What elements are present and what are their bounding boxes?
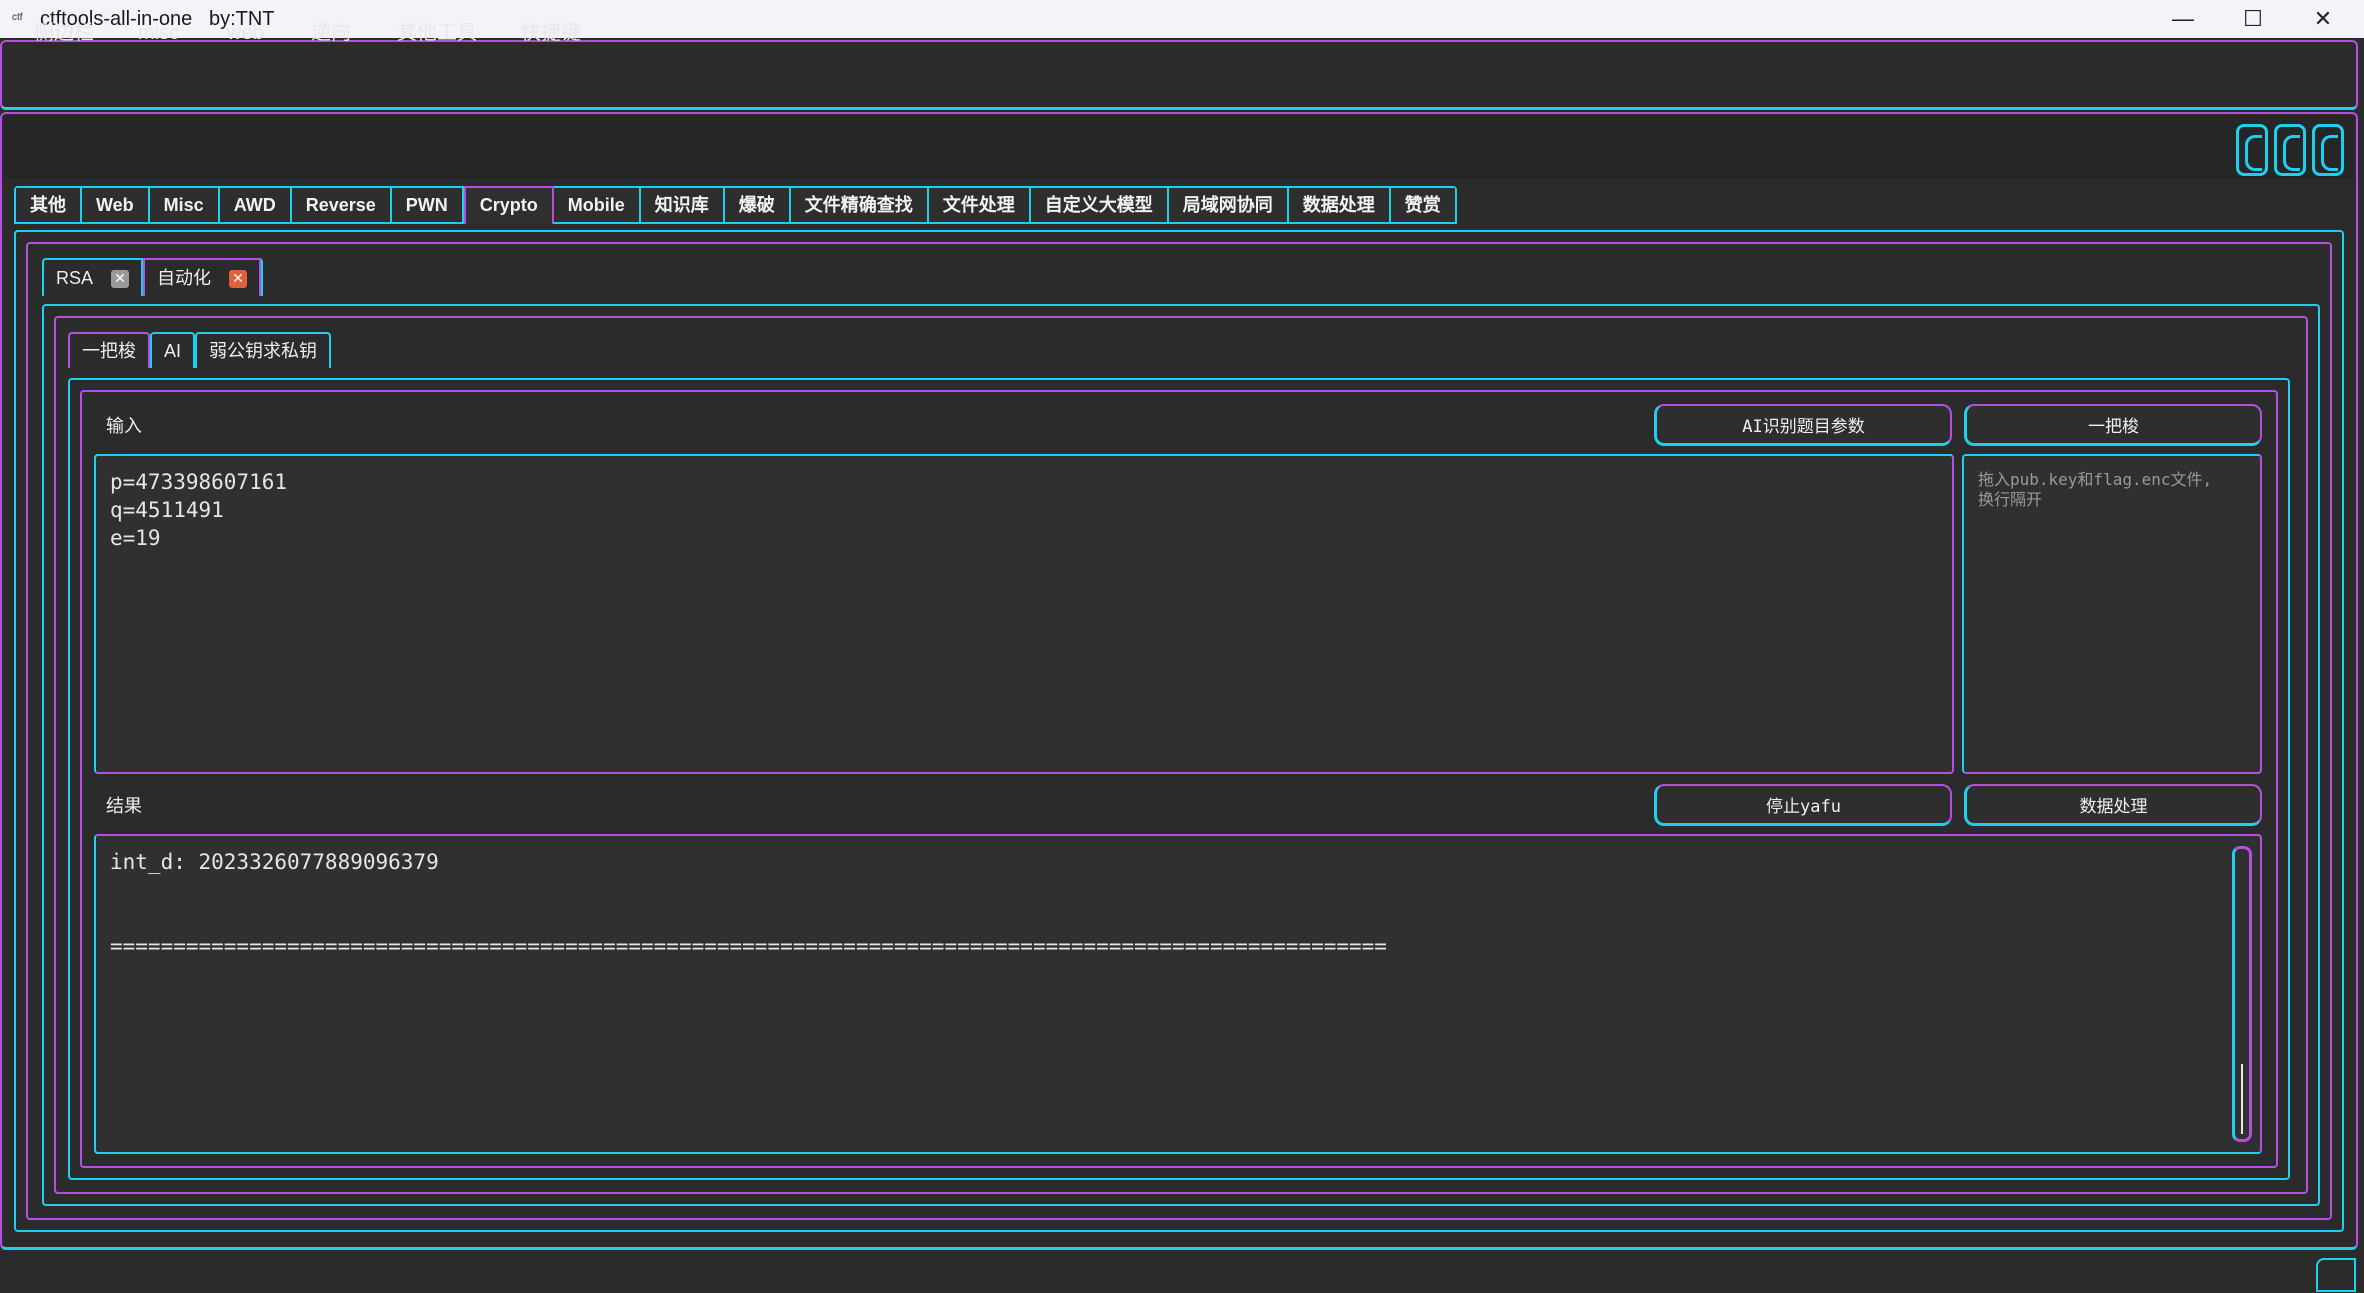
status-corner-button[interactable] xyxy=(2316,1258,2356,1292)
menu-item-reverse[interactable]: 逆向 xyxy=(311,20,351,46)
tool-tab-weak-key[interactable]: 弱公钥求私钥 xyxy=(195,332,332,368)
sub-tab-automation[interactable]: 自动化 ✕ xyxy=(143,258,262,296)
toolbar-strip xyxy=(4,116,2354,178)
tab-mobile[interactable]: Mobile xyxy=(553,188,641,222)
input-textarea[interactable]: p=473398607161 q=4511491 e=19 xyxy=(94,454,1954,774)
app-icon: ctf xyxy=(12,12,23,23)
tab-awd[interactable]: AWD xyxy=(219,188,292,222)
result-label: 结果 xyxy=(106,796,142,816)
tab-bruteforce[interactable]: 爆破 xyxy=(724,188,791,222)
sub-tab-bar: RSA ✕ 自动化 ✕ xyxy=(42,258,264,296)
one-click-run-button[interactable]: 一把梭 xyxy=(1964,404,2262,446)
tab-custom-llm[interactable]: 自定义大模型 xyxy=(1030,188,1169,222)
menu-item-other-tools[interactable]: 其他工具 xyxy=(397,20,477,46)
tab-reverse[interactable]: Reverse xyxy=(291,188,392,222)
sub-tab-automation-label: 自动化 xyxy=(157,268,212,288)
tool-tab-one-click[interactable]: 一把梭 xyxy=(68,332,150,368)
maximize-icon[interactable]: ☐ xyxy=(2218,0,2288,38)
menu-bar xyxy=(0,40,2358,110)
menu-item-sidebar[interactable]: 侧边栏 xyxy=(34,20,94,46)
input-label: 输入 xyxy=(106,416,142,436)
menu-item-web[interactable]: web xyxy=(227,20,264,46)
tab-file-search[interactable]: 文件精确查找 xyxy=(790,188,929,222)
top-tab-bar: 其他 Web Misc AWD Reverse PWN Crypto Mobil… xyxy=(14,186,1457,224)
ai-identify-params-button[interactable]: AI识别题目参数 xyxy=(1654,404,1952,446)
close-icon[interactable]: ✕ xyxy=(111,270,130,289)
close-icon[interactable]: ✕ xyxy=(229,270,248,289)
tool-tab-ai[interactable]: AI xyxy=(150,332,196,368)
tab-knowledge-base[interactable]: 知识库 xyxy=(640,188,725,222)
data-processing-button[interactable]: 数据处理 xyxy=(1964,784,2262,826)
tab-lan-collab[interactable]: 局域网协同 xyxy=(1168,188,1289,222)
file-drop-area[interactable]: 拖入pub.key和flag.enc文件, 换行隔开 xyxy=(1962,454,2262,774)
sub-tab-rsa-label: RSA xyxy=(56,268,94,288)
tab-other[interactable]: 其他 xyxy=(16,188,82,222)
menu-item-misc[interactable]: misc xyxy=(138,20,179,46)
tab-data-processing[interactable]: 数据处理 xyxy=(1288,188,1391,222)
tab-crypto[interactable]: Crypto xyxy=(463,186,554,224)
result-textarea[interactable]: int_d: 2023326077889096379 =============… xyxy=(94,834,2262,1154)
tab-misc[interactable]: Misc xyxy=(149,188,220,222)
title-bar: ctf ctftools-all-in-one by:TNT — ☐ ✕ xyxy=(0,0,2364,38)
tool-tab-bar: 一把梭 AI 弱公钥求私钥 xyxy=(68,332,332,368)
tab-donate[interactable]: 赞赏 xyxy=(1390,188,1455,222)
toolbar-icon-2[interactable] xyxy=(2274,124,2306,176)
menu-item-shortcuts[interactable]: 快捷键 xyxy=(521,20,581,46)
tab-web[interactable]: Web xyxy=(82,188,150,222)
tab-pwn[interactable]: PWN xyxy=(391,188,464,222)
sub-tab-rsa[interactable]: RSA ✕ xyxy=(44,260,144,296)
toolbar-icon-3[interactable] xyxy=(2312,124,2344,176)
close-icon[interactable]: ✕ xyxy=(2288,0,2358,38)
minimize-icon[interactable]: — xyxy=(2148,0,2218,38)
tab-file-processing[interactable]: 文件处理 xyxy=(928,188,1031,222)
stop-yafu-button[interactable]: 停止yafu xyxy=(1654,784,1952,826)
result-scrollbar-thumb[interactable] xyxy=(2241,1064,2243,1134)
toolbar-icon-1[interactable] xyxy=(2236,124,2268,176)
